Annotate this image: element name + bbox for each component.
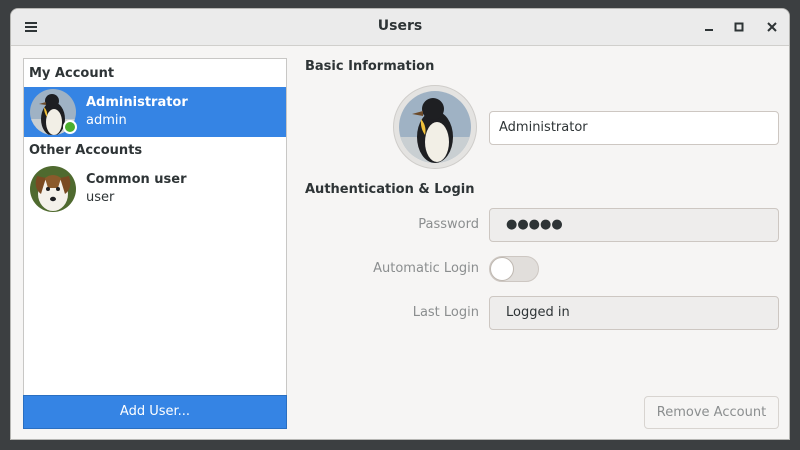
switch-knob <box>490 257 514 281</box>
close-icon <box>767 22 777 32</box>
account-row-common-user[interactable]: Common user user <box>24 164 286 214</box>
authentication-login-heading: Authentication & Login <box>305 182 475 197</box>
account-name: Administrator <box>86 95 188 110</box>
accounts-sidebar: My Account Administrator admin Other Acc… <box>23 58 287 429</box>
account-row-administrator[interactable]: Administrator admin <box>24 87 286 137</box>
account-name: Common user <box>86 172 187 187</box>
other-accounts-heading: Other Accounts <box>29 143 143 158</box>
window-title: Users <box>377 18 423 34</box>
close-button[interactable] <box>760 15 784 39</box>
user-photo-button[interactable] <box>393 85 477 169</box>
online-status-icon <box>63 120 77 134</box>
maximize-button[interactable] <box>727 15 751 39</box>
users-window: Users My Account Administrator admin Oth… <box>10 8 790 440</box>
dog-avatar <box>30 166 76 212</box>
remove-account-button[interactable]: Remove Account <box>644 396 779 429</box>
automatic-login-label: Automatic Login <box>373 261 479 276</box>
basic-information-heading: Basic Information <box>305 59 435 74</box>
full-name-input[interactable]: Administrator <box>489 111 779 145</box>
maximize-icon <box>734 22 744 32</box>
add-user-button[interactable]: Add User... <box>23 395 287 429</box>
my-account-heading: My Account <box>29 66 115 81</box>
last-login-label: Last Login <box>412 305 479 320</box>
automatic-login-switch[interactable] <box>489 256 539 282</box>
account-login: user <box>86 190 115 205</box>
password-button[interactable]: ●●●●● <box>489 208 779 242</box>
title-bar: Users <box>11 9 789 46</box>
penguin-avatar <box>399 91 471 163</box>
account-login: admin <box>86 113 127 128</box>
last-login-button[interactable]: Logged in <box>489 296 779 330</box>
minimize-button[interactable] <box>697 15 721 39</box>
password-label: Password <box>418 217 479 232</box>
minimize-icon <box>705 29 713 31</box>
